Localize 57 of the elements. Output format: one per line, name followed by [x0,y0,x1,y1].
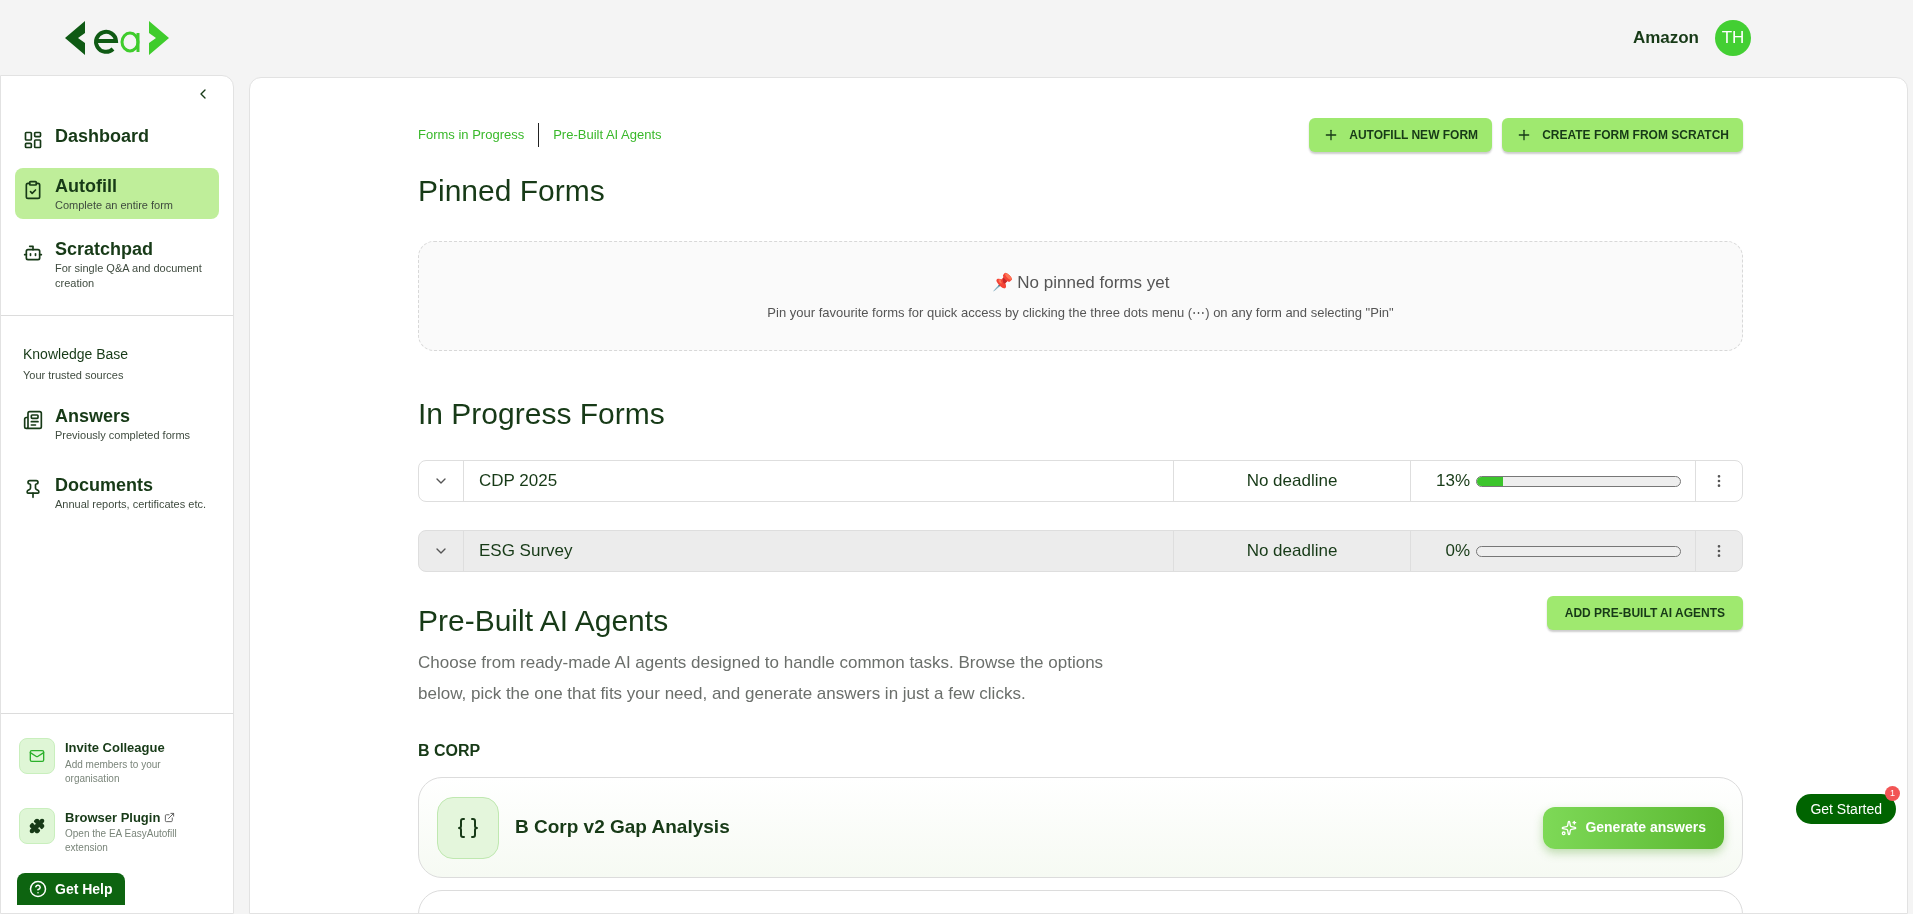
item-subtitle: Annual reports, certificates etc. [55,496,207,512]
logo-icon [63,18,171,57]
section-description: Choose from ready-made AI agents designed to handle common tasks. Browse the options below, pick the one that fits your need, and generate answers in just a few clicks. [418,652,1105,705]
add-agents-button[interactable]: ADD PRE-BUILT AI AGENTS [1546,596,1743,630]
sidebar-item[interactable]: Answers Previously completed forms [15,397,219,449]
item-subtitle: Add members to your organisation [65,757,162,786]
form-deadline: No deadline [1246,540,1338,563]
form-name: CDP 2025 [479,470,558,493]
section-heading: Pinned Forms [418,173,606,209]
action-button[interactable]: AUTOFILL NEW FORM [1309,118,1493,152]
group-title: B CORP [418,741,482,761]
agent-card[interactable]: B Corp v2 Gap Analysis Generate answers [418,777,1743,878]
puzzle-tile[interactable] [19,807,55,844]
help-button[interactable]: Get Help [17,873,125,905]
item-label[interactable]: Browser Plugin [65,807,161,827]
braces-icon [456,815,480,840]
item-label: Dashboard [55,125,150,148]
item-subtitle: For single Q&A and document creation [55,261,203,291]
robot-icon [23,243,43,263]
form-deadline: No deadline [1246,470,1338,493]
help-icon [29,880,47,898]
sparkle-icon [1561,819,1578,836]
section-heading: Pre-Built AI Agents [418,603,670,639]
item-subtitle: Previously completed forms [55,427,192,443]
external-link-icon [164,811,176,823]
puzzle-icon [29,817,45,834]
item-subtitle: Open the EA EasyAutofill extension [65,827,178,855]
section-title: Knowledge Base [23,345,130,364]
empty-hint: Pin your favourite forms for quick access by clicking the three dots menu (⋯) on any form and selecting "Pin" [767,304,1394,322]
dashboard-icon [23,130,43,150]
section-subtitle: Your trusted sources [23,368,125,383]
sidebar-item[interactable]: Scratchpad For single Q&A and document creation [15,231,219,297]
notification-badge: 1 [1885,786,1900,801]
sidebar-item[interactable]: Documents Annual reports, certificates etc. [15,466,219,518]
empty-title: 📌 No pinned forms yet [991,271,1170,294]
action-button[interactable]: CREATE FORM FROM SCRATCH [1502,118,1743,152]
item-label: Scratchpad [55,238,155,261]
organisation-name: Amazon [1632,26,1699,49]
item-label: Answers [55,404,132,428]
item-label: Autofill [55,175,118,198]
item-subtitle: Complete an entire form [55,198,174,213]
item-label: Documents [55,473,154,497]
newspaper-icon [23,409,43,430]
form-name: ESG Survey [479,540,573,563]
pin-icon [23,478,43,499]
progress-percent: 0% [1445,540,1470,563]
checklist-icon [23,180,43,200]
sidebar-item[interactable]: Dashboard [15,118,219,156]
progress-percent: 13% [1435,470,1470,493]
sidebar-item[interactable]: Autofill Complete an entire form [15,168,219,219]
mail-icon [29,748,45,764]
form-row[interactable]: ESG Survey No deadline 0% [418,530,1743,572]
section-heading: In Progress Forms [418,396,666,432]
item-label[interactable]: Invite Colleague [65,738,165,758]
form-row[interactable]: CDP 2025 No deadline 13% [418,460,1743,502]
agent-title: B Corp v2 Gap Analysis [515,815,730,840]
mail-tile[interactable] [19,738,55,774]
